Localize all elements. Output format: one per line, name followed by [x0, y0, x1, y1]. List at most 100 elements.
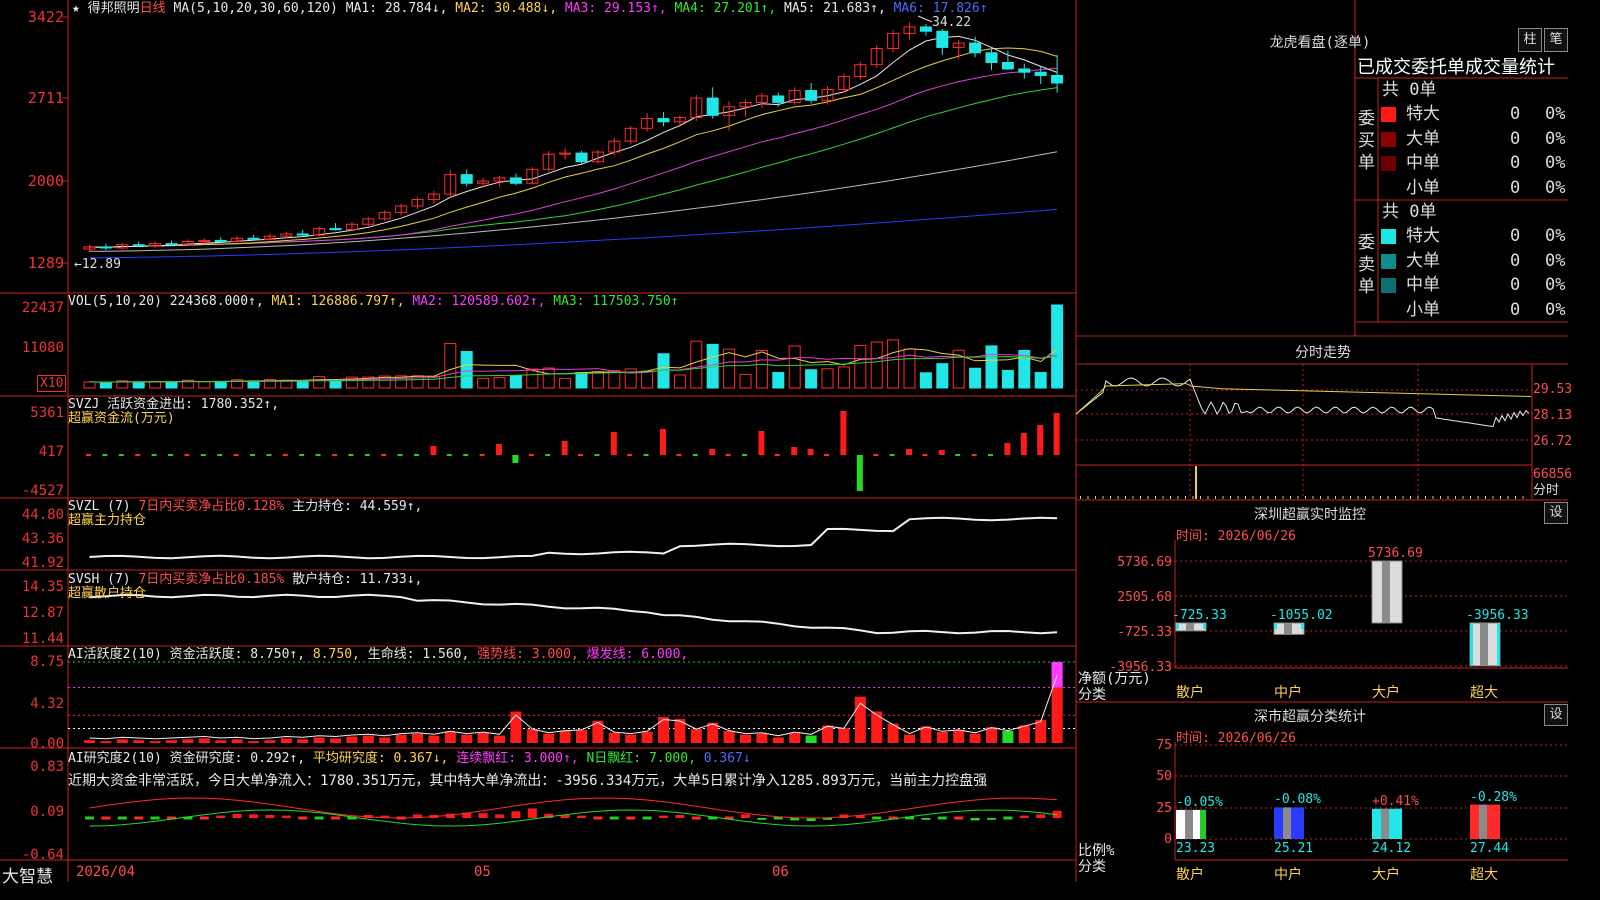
class-bar-accent-3 — [1494, 804, 1500, 839]
class-settings-button[interactable]: 设 — [1544, 704, 1568, 726]
intraday-volume-tick — [1297, 496, 1299, 499]
svzj-header: SVZJ 活跃资金进出: 1780.352↑, 超赢资金流(万元) — [68, 398, 279, 426]
sell-row-swatch-2 — [1381, 278, 1396, 293]
intraday-volume-tick — [1185, 496, 1186, 499]
ma-label: MA(5,10,20,30,60,120) — [173, 1, 338, 16]
flow-bar-up — [1020, 433, 1027, 455]
research-bar-down — [823, 818, 832, 820]
ai-active-bar — [1018, 725, 1030, 743]
volume-bar — [1034, 372, 1047, 389]
svzj-tick-1: 417 — [38, 444, 64, 460]
ai-active-bar — [461, 734, 473, 743]
intraday-tick-1: 28.13 — [1533, 408, 1573, 423]
intraday-volume-tick — [1425, 496, 1426, 499]
buy-orders-label: 委买单 — [1358, 109, 1375, 173]
monitor-cat-0: 散户 — [1176, 685, 1204, 701]
intraday-volume-tick — [1447, 496, 1449, 499]
intraday-volume-tick — [1387, 496, 1389, 499]
flow-bar-flat — [414, 454, 419, 456]
ai-active-bar — [740, 734, 751, 743]
research-bar-flat — [117, 816, 127, 820]
research-bar-flat — [1003, 816, 1013, 820]
intraday-unit: 分时 — [1533, 483, 1560, 498]
flow-bar-flat — [86, 454, 91, 456]
intraday-volume-tick — [1230, 496, 1231, 499]
flow-bar-up — [938, 450, 945, 455]
monitor-unit-2: 分类 — [1078, 687, 1106, 703]
intraday-volume-tick — [1095, 496, 1096, 499]
intraday-volume-tick — [1380, 496, 1381, 499]
monitor-bar-label-0: -725.33 — [1172, 608, 1227, 623]
buy-row-name-1: 大单 — [1406, 128, 1440, 149]
volume-bar — [969, 367, 982, 389]
research-tick-1: 0.09 — [30, 804, 64, 820]
pen-mode-button[interactable]: 笔 — [1544, 28, 1568, 52]
ma-value-1: MA1: 28.784↓, — [345, 1, 448, 16]
flow-bar-flat — [627, 454, 633, 456]
research-v: 0.367↓ — [703, 751, 751, 766]
ai-active-bar — [215, 740, 227, 743]
ai-active-bar — [904, 734, 915, 743]
bar-mode-button[interactable]: 柱 — [1518, 28, 1542, 52]
intraday-volume-tick — [1477, 496, 1479, 499]
ai-active-bar — [444, 731, 456, 743]
monitor-tick-2: -725.33 — [1117, 625, 1172, 640]
intraday-volume-tick — [1252, 496, 1254, 499]
intraday-volume-tick — [1417, 496, 1419, 499]
ai-active-bar — [526, 729, 538, 743]
flow-bar-up — [1053, 413, 1060, 455]
volume-bar — [854, 344, 867, 389]
class-tick-0: 75 — [1156, 738, 1172, 753]
stats-tabs[interactable]: 已成交委托单成交量统计 — [1357, 53, 1567, 79]
flow-bar-flat — [578, 454, 583, 456]
monitor-bar-shade-2 — [1382, 561, 1390, 623]
intraday-volume-tick — [1342, 496, 1344, 499]
ai-active-bar — [608, 732, 620, 743]
high-price-pointer — [917, 15, 933, 23]
ai-active-bar — [576, 730, 587, 743]
sell-row-swatch-3 — [1381, 302, 1396, 318]
monitor-settings-button[interactable]: 设 — [1544, 502, 1568, 524]
svzl-header: SVZL (7) 7日内买卖净占比0.128% 主力持仓: 44.559↑, 超… — [68, 500, 422, 528]
ai-active-bar — [264, 740, 276, 743]
svzl-label: SVZL (7) — [68, 499, 131, 514]
monitor-bar-edge-r-0 — [1203, 623, 1206, 629]
flow-bar-flat — [217, 454, 223, 456]
intraday-volume-tick — [1470, 496, 1471, 499]
sell-row-pct-0: 0% — [1545, 226, 1566, 246]
ma-value-5: MA5: 21.683↑, — [776, 1, 886, 16]
research-bar-down — [987, 818, 996, 820]
volume-bar — [755, 349, 768, 389]
stock-chart-canvas[interactable]: 34.22 ←12.89 — [0, 0, 1568, 882]
flow-bar-down — [512, 455, 519, 463]
research-bar-flat — [150, 816, 160, 820]
flow-bar-flat — [118, 454, 124, 456]
volume-bar — [723, 348, 736, 389]
volume-bar — [247, 380, 260, 389]
flow-bar-flat — [282, 454, 288, 456]
volume-bar — [83, 381, 96, 389]
ai-active-bar — [838, 728, 850, 743]
flow-bar-flat — [594, 454, 600, 456]
star-icon[interactable]: ★ — [72, 1, 80, 16]
ai-active-bar — [166, 740, 177, 743]
ai-life: 生命线: 1.560, — [367, 647, 470, 662]
research-bar-up — [527, 808, 537, 818]
period-label[interactable]: 日线 — [140, 1, 166, 16]
volume-bar — [837, 366, 850, 389]
volume-bar — [99, 382, 112, 389]
sell-row-name-0: 特大 — [1406, 226, 1440, 246]
monitor-bar-label-3: -3956.33 — [1466, 608, 1529, 623]
intraday-volume-tick — [1267, 496, 1269, 499]
flow-bar-flat — [184, 454, 190, 456]
flow-bar-flat — [381, 454, 387, 456]
intraday-volume-tick — [1357, 496, 1359, 499]
research-bar-flat — [331, 816, 340, 820]
research-bar-up — [249, 814, 258, 818]
lhb-title: 龙虎看盘(逐单) — [1269, 35, 1371, 51]
buy-row-swatch-2 — [1381, 156, 1396, 171]
ai-active-bar — [412, 733, 423, 743]
flow-bar-flat — [200, 454, 206, 456]
vol-unit-badge[interactable]: X10 — [37, 375, 67, 392]
monitor-bar-edge-r — [1497, 623, 1500, 666]
